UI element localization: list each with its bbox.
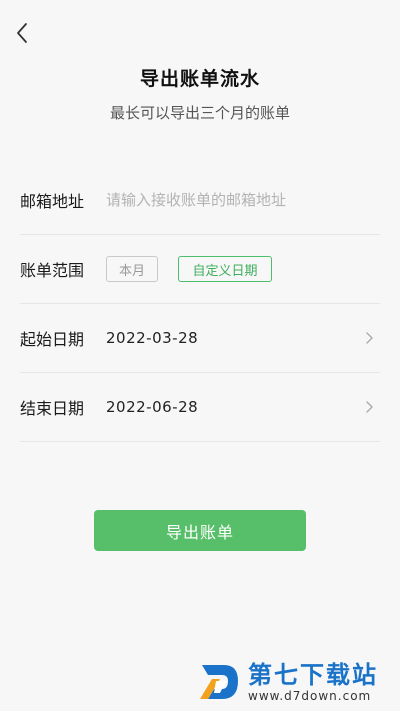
range-row: 账单范围 本月 自定义日期 (20, 235, 380, 304)
watermark-url: www.d7down.com (248, 689, 372, 703)
email-input[interactable] (106, 191, 356, 209)
chevron-left-icon (17, 23, 27, 43)
export-form: 邮箱地址 账单范围 本月 自定义日期 起始日期 2022-03-28 结束日期 … (20, 166, 380, 442)
start-date-label: 起始日期 (20, 330, 85, 349)
chevron-right-icon (366, 401, 373, 413)
start-date-row[interactable]: 起始日期 2022-03-28 (20, 304, 380, 373)
range-option-custom-date[interactable]: 自定义日期 (178, 256, 272, 282)
watermark-name: 第七下载站 (248, 661, 378, 689)
d7-logo-icon (200, 665, 238, 699)
export-button[interactable]: 导出账单 (94, 510, 306, 551)
page-title: 导出账单流水 (139, 68, 260, 90)
range-label: 账单范围 (20, 261, 85, 280)
watermark: 第七下载站 www.d7down.com (198, 657, 394, 707)
end-date-value: 2022-06-28 (106, 398, 199, 416)
back-button[interactable] (10, 20, 34, 46)
end-date-row[interactable]: 结束日期 2022-06-28 (20, 373, 380, 442)
start-date-value: 2022-03-28 (106, 329, 199, 347)
chevron-right-icon (366, 332, 373, 344)
range-option-this-month[interactable]: 本月 (106, 256, 158, 282)
page-subtitle: 最长可以导出三个月的账单 (109, 104, 290, 122)
email-row: 邮箱地址 (20, 166, 380, 235)
email-label: 邮箱地址 (20, 192, 85, 211)
end-date-label: 结束日期 (20, 399, 85, 418)
